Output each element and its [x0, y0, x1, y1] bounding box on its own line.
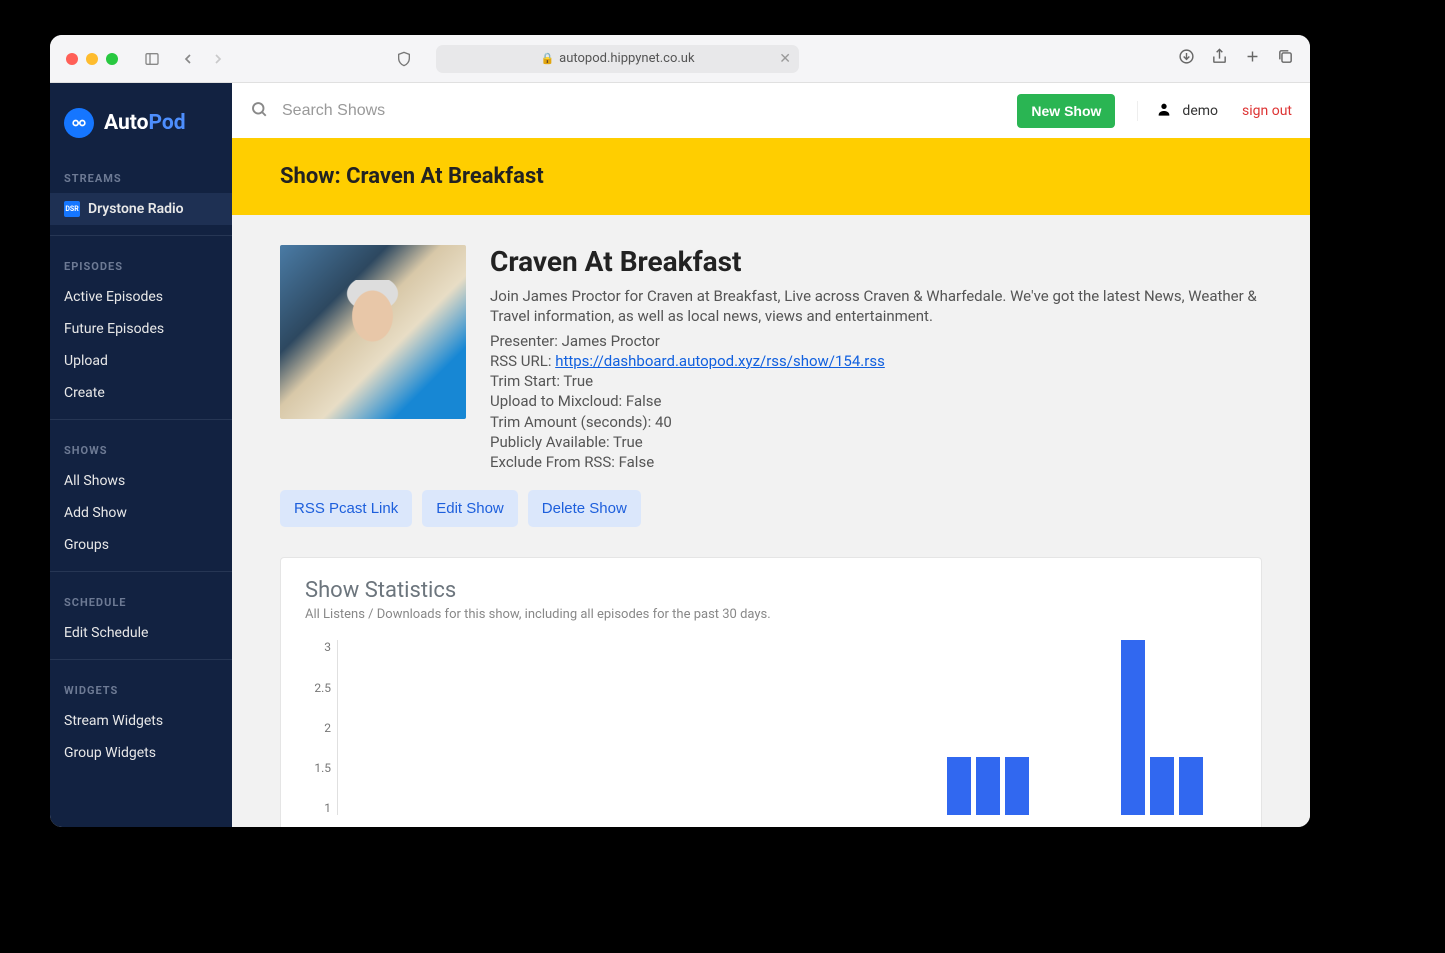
sidebar-section-schedule: SCHEDULE	[50, 582, 232, 617]
back-button[interactable]	[174, 47, 202, 71]
chart-bar	[1121, 640, 1145, 815]
sidebar-item-label: Create	[64, 385, 105, 401]
show-public: Publicly Available: True	[490, 432, 1262, 452]
chart-bar	[1005, 757, 1029, 815]
sidebar-item-group-widgets[interactable]: Group Widgets	[50, 737, 232, 769]
main-content: New Show demo sign out Show: Craven At B…	[232, 83, 1310, 827]
page-title: Show: Craven At Breakfast	[232, 138, 1310, 215]
lock-icon: 🔒	[540, 52, 554, 65]
sidebar-item-label: Upload	[64, 353, 108, 369]
user-icon	[1156, 101, 1172, 121]
sidebar-item-label: Drystone Radio	[88, 201, 184, 217]
signout-link[interactable]: sign out	[1242, 103, 1292, 119]
sidebar-section-widgets: WIDGETS	[50, 670, 232, 705]
address-bar[interactable]: 🔒 autopod.hippynet.co.uk ✕	[436, 45, 799, 73]
show-title: Craven At Breakfast	[490, 245, 1262, 278]
show-info: Craven At Breakfast Join James Proctor f…	[490, 245, 1262, 472]
search-icon	[250, 100, 268, 122]
chart-bar	[947, 757, 971, 815]
sidebar-divider	[50, 571, 232, 572]
sidebar-item-label: Active Episodes	[64, 289, 163, 305]
rss-url-link[interactable]: https://dashboard.autopod.xyz/rss/show/1…	[555, 352, 885, 370]
sidebar-item-upload[interactable]: Upload	[50, 345, 232, 377]
stats-title: Show Statistics	[305, 578, 1237, 603]
user-name[interactable]: demo	[1182, 103, 1218, 119]
sidebar-item-label: Groups	[64, 537, 109, 553]
stats-chart: 3 2.5 2 1.5 1	[305, 640, 1237, 815]
forward-button[interactable]	[204, 47, 232, 71]
chart-y-axis: 3 2.5 2 1.5 1	[305, 640, 337, 815]
browser-titlebar: 🔒 autopod.hippynet.co.uk ✕	[50, 35, 1310, 83]
sidebar-item-stream-widgets[interactable]: Stream Widgets	[50, 705, 232, 737]
search-input[interactable]	[282, 102, 1005, 120]
show-exclude-rss: Exclude From RSS: False	[490, 452, 1262, 472]
browser-window: 🔒 autopod.hippynet.co.uk ✕	[50, 35, 1310, 827]
sidebar-item-label: Add Show	[64, 505, 127, 521]
show-upload-mixcloud: Upload to Mixcloud: False	[490, 391, 1262, 411]
minimize-window-button[interactable]	[86, 53, 98, 65]
sidebar-item-label: Future Episodes	[64, 321, 164, 337]
delete-show-button[interactable]: Delete Show	[528, 490, 641, 527]
privacy-shield-icon[interactable]	[390, 47, 418, 71]
chart-bar	[976, 757, 1000, 815]
sidebar-item-label: All Shows	[64, 473, 125, 489]
sidebar-item-add-show[interactable]: Add Show	[50, 497, 232, 529]
chart-ytick: 3	[324, 640, 331, 654]
sidebar-divider	[50, 419, 232, 420]
app-logo[interactable]: AutoPod	[50, 83, 232, 158]
station-badge-icon: DSR	[64, 201, 80, 217]
new-show-button[interactable]: New Show	[1017, 94, 1115, 128]
sidebar-divider	[50, 659, 232, 660]
downloads-icon[interactable]	[1178, 48, 1195, 69]
logo-text: AutoPod	[104, 111, 186, 135]
show-image	[280, 245, 466, 419]
chart-ytick: 2.5	[314, 681, 331, 695]
logo-icon	[64, 108, 94, 138]
stats-subtitle: All Listens / Downloads for this show, i…	[305, 607, 1237, 622]
rss-pcast-link-button[interactable]: RSS Pcast Link	[280, 490, 412, 527]
sidebar-divider	[50, 235, 232, 236]
show-presenter: Presenter: James Proctor	[490, 331, 1262, 351]
sidebar-section-streams: STREAMS	[50, 158, 232, 193]
sidebar-section-shows: SHOWS	[50, 430, 232, 465]
edit-show-button[interactable]: Edit Show	[422, 490, 518, 527]
chart-bar	[1150, 757, 1174, 815]
sidebar-item-drystone-radio[interactable]: DSR Drystone Radio	[50, 193, 232, 225]
chart-ytick: 2	[324, 721, 331, 735]
show-rss-url: RSS URL: https://dashboard.autopod.xyz/r…	[490, 351, 1262, 371]
sidebar-item-label: Group Widgets	[64, 745, 156, 761]
sidebar-section-episodes: EPISODES	[50, 246, 232, 281]
maximize-window-button[interactable]	[106, 53, 118, 65]
close-window-button[interactable]	[66, 53, 78, 65]
sidebar-item-all-shows[interactable]: All Shows	[50, 465, 232, 497]
sidebar-item-label: Stream Widgets	[64, 713, 163, 729]
share-icon[interactable]	[1211, 48, 1228, 69]
sidebar-item-active-episodes[interactable]: Active Episodes	[50, 281, 232, 313]
window-controls	[66, 53, 118, 65]
url-text: autopod.hippynet.co.uk	[559, 51, 694, 66]
show-trim-start: Trim Start: True	[490, 371, 1262, 391]
sidebar-item-label: Edit Schedule	[64, 625, 148, 641]
tabs-overview-icon[interactable]	[1277, 48, 1294, 69]
sidebar-item-edit-schedule[interactable]: Edit Schedule	[50, 617, 232, 649]
topbar: New Show demo sign out	[232, 83, 1310, 138]
show-trim-amount: Trim Amount (seconds): 40	[490, 412, 1262, 432]
sidebar-item-create[interactable]: Create	[50, 377, 232, 409]
clear-url-icon[interactable]: ✕	[779, 51, 791, 67]
new-tab-icon[interactable]	[1244, 48, 1261, 69]
stats-card: Show Statistics All Listens / Downloads …	[280, 557, 1262, 827]
sidebar-item-future-episodes[interactable]: Future Episodes	[50, 313, 232, 345]
sidebar-toggle-icon[interactable]	[138, 47, 166, 71]
show-description: Join James Proctor for Craven at Breakfa…	[490, 286, 1262, 327]
chart-bar	[1179, 757, 1203, 815]
chart-ytick: 1.5	[314, 761, 331, 775]
chart-bars	[338, 640, 1237, 815]
chart-ytick: 1	[324, 801, 331, 815]
sidebar-item-groups[interactable]: Groups	[50, 529, 232, 561]
app-sidebar: AutoPod STREAMS DSR Drystone Radio EPISO…	[50, 83, 232, 827]
